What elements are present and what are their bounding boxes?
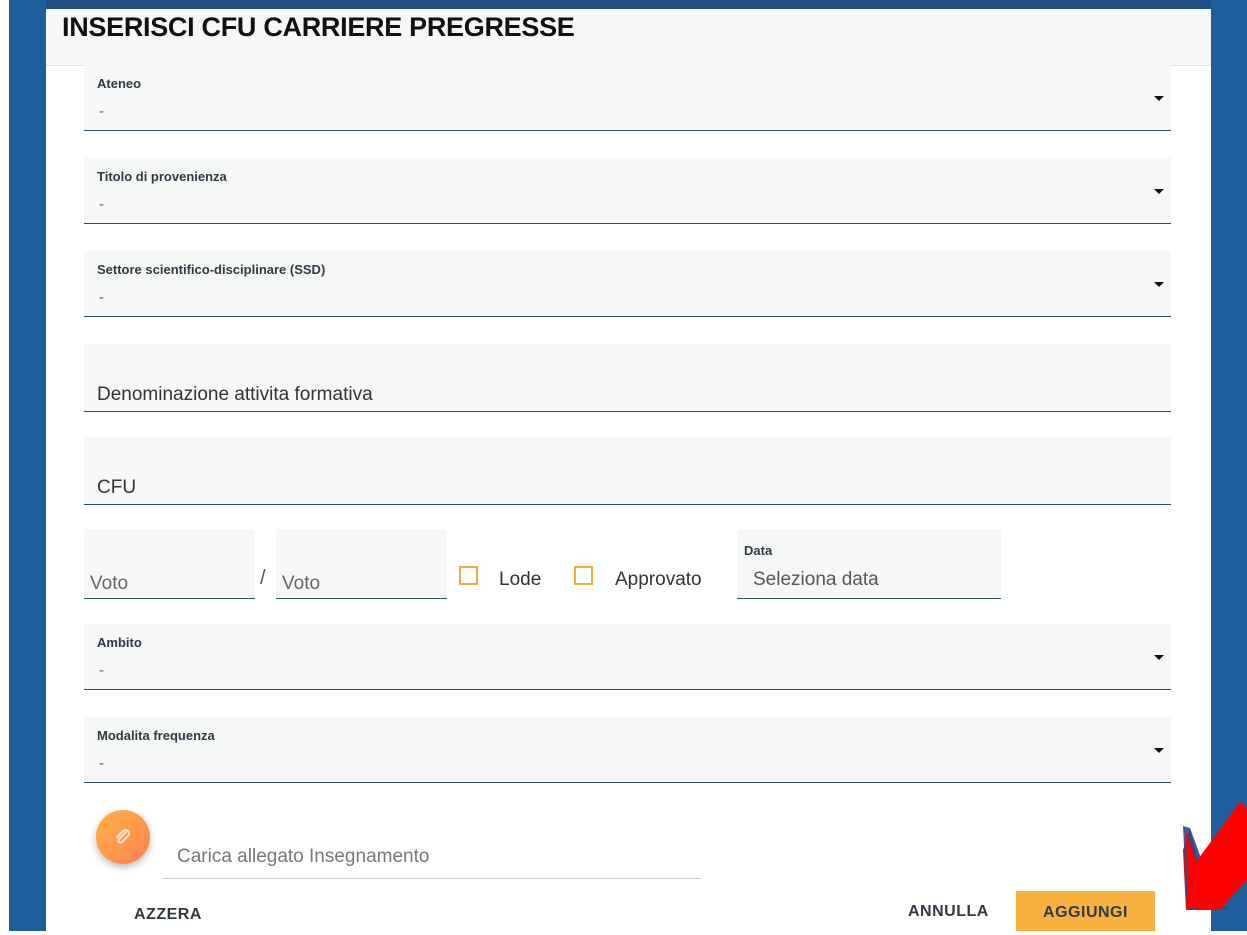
data-date-picker[interactable]: Data Seleziona data (737, 529, 1001, 599)
cancel-button[interactable]: ANNULLA (908, 903, 989, 921)
ambito-label: Ambito (97, 635, 142, 650)
modalita-frequenza-label: Modalita frequenza (97, 728, 215, 743)
approvato-label: Approvato (615, 569, 702, 590)
ssd-label: Settore scientifico-disciplinare (SSD) (97, 262, 326, 277)
ateneo-value: - (99, 103, 104, 120)
denominazione-placeholder: Denominazione attivita formativa (97, 384, 373, 405)
attachment-placeholder: Carica allegato Insegnamento (177, 846, 430, 867)
attach-file-button[interactable] (96, 810, 150, 864)
backdrop-right (1211, 0, 1247, 931)
data-label: Data (744, 543, 773, 558)
dropdown-arrow-icon[interactable] (1154, 96, 1164, 101)
dropdown-arrow-icon[interactable] (1154, 748, 1164, 753)
titolo-provenienza-label: Titolo di provenienza (97, 169, 227, 184)
ssd-select[interactable]: Settore scientifico-disciplinare (SSD) - (84, 251, 1171, 317)
cfu-input[interactable]: CFU (84, 437, 1171, 505)
ateneo-label: Ateneo (97, 76, 142, 91)
dropdown-arrow-icon[interactable] (1154, 655, 1164, 660)
titolo-provenienza-value: - (99, 196, 104, 213)
voto-max-input[interactable]: Voto (276, 529, 447, 599)
voto-separator: / (260, 567, 266, 589)
lode-checkbox[interactable] (459, 566, 478, 585)
red-annotation-arrow-icon (1183, 802, 1247, 910)
dropdown-arrow-icon[interactable] (1154, 189, 1164, 194)
data-placeholder: Seleziona data (753, 569, 879, 590)
voto-placeholder: Voto (90, 573, 129, 594)
ateneo-select[interactable]: Ateneo - (84, 65, 1171, 131)
backdrop-left (0, 0, 46, 931)
attachment-input[interactable]: Carica allegato Insegnamento (162, 839, 701, 879)
ambito-value: - (99, 662, 104, 679)
denominazione-input[interactable]: Denominazione attivita formativa (84, 344, 1171, 412)
titolo-provenienza-select[interactable]: Titolo di provenienza - (84, 158, 1171, 224)
backdrop-top (0, 0, 1247, 9)
ambito-select[interactable]: Ambito - (84, 624, 1171, 690)
reset-button[interactable]: AZZERA (134, 906, 202, 924)
insert-cfu-dialog: INSERISCI CFU CARRIERE PREGRESSE Ateneo … (46, 9, 1211, 931)
voto-max-placeholder: Voto (282, 573, 321, 594)
dialog-title: INSERISCI CFU CARRIERE PREGRESSE (62, 12, 575, 42)
lode-label: Lode (499, 569, 542, 590)
modalita-frequenza-select[interactable]: Modalita frequenza - (84, 717, 1171, 783)
dialog-header: INSERISCI CFU CARRIERE PREGRESSE (46, 9, 1211, 66)
cfu-placeholder: CFU (97, 477, 137, 498)
voto-input[interactable]: Voto (84, 529, 255, 599)
modalita-frequenza-value: - (99, 755, 104, 772)
paperclip-icon (116, 828, 131, 844)
ssd-value: - (99, 289, 104, 306)
dropdown-arrow-icon[interactable] (1154, 282, 1164, 287)
add-button[interactable]: AGGIUNGI (1016, 891, 1155, 931)
approvato-checkbox[interactable] (574, 566, 593, 585)
